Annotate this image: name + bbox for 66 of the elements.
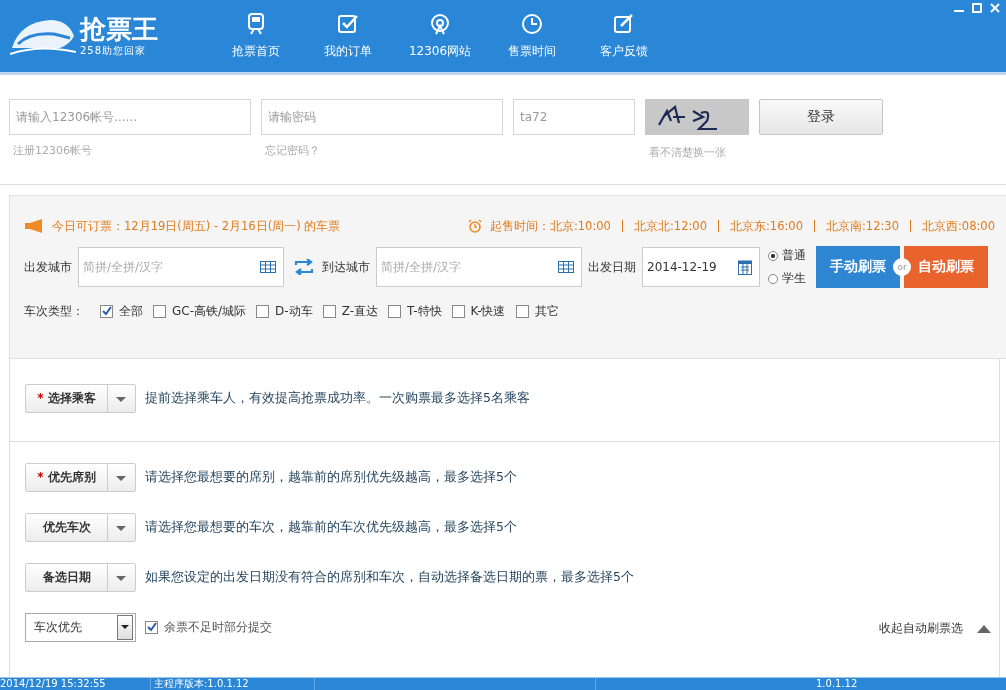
sale-time: 北京南:12:30 [813,220,910,232]
train-type-checkbox[interactable]: GC-高铁/城际 [153,302,247,320]
priority-select[interactable]: 车次优先 [25,612,136,642]
train-type-checkbox[interactable]: D-动车 [256,302,313,320]
preference-hint: 请选择您最想要的车次，越靠前的车次优先级越高，最多选择5个 [145,518,517,536]
clock-icon [521,12,543,35]
collapse-link[interactable]: 收起自动刷票选 [879,620,991,637]
train-type-checkbox[interactable]: Z-直达 [322,302,378,320]
grid-icon[interactable] [558,261,574,273]
arrival-city-input[interactable]: 简拼/全拼/汉字 [376,247,582,287]
nav-item[interactable]: 我的订单 [302,12,394,60]
megaphone-icon [24,219,44,233]
calendar-icon[interactable] [738,259,752,275]
password-input[interactable]: 请输密码 [261,99,503,135]
nav-item[interactable]: 12306网站 [394,12,486,60]
ticket-type-radio[interactable]: 学生 [768,270,806,287]
sale-time: 北京西:08:00 [910,220,1006,232]
status-main-version: 主程序版本:1.0.1.12 [150,678,314,690]
alarm-clock-icon [467,219,482,233]
departure-city-input[interactable]: 简拼/全拼/汉字 [78,247,284,287]
passenger-dropdown[interactable]: * 选择乘客 [25,383,136,413]
required-mark: * [37,470,44,484]
train-type-checkbox[interactable]: 全部 [100,302,143,320]
booking-notice: 今日可订票：12月19日(周五) - 2月16日(周一) 的车票 [52,218,341,234]
train-type-label: 车次类型： [24,302,84,320]
nav-item[interactable]: 抢票首页 [210,12,302,60]
swap-icon[interactable] [294,259,314,275]
preference-hint: 请选择您最想要的席别，越靠前的席别优先级越高，最多选择5个 [145,468,517,486]
captcha-image[interactable] [645,99,749,135]
app-logo-subtitle: 258助您回家 [80,44,148,58]
preference-dropdown[interactable]: 备选日期 [25,562,136,592]
train-type-checkbox[interactable]: T-特快 [388,302,442,320]
sale-time-label: 起售时间： [489,218,550,234]
status-datetime: 2014/12/19 15:32:55 [0,678,107,690]
close-icon[interactable] [990,3,1000,13]
preference-dropdown[interactable]: 优先车次 [25,512,136,542]
date-input[interactable]: 2014-12-19 [642,247,760,287]
ticket-type-radio[interactable]: 普通 [768,247,806,264]
required-mark: * [37,391,44,405]
grid-icon[interactable] [260,261,276,273]
nav-item[interactable]: 客户反馈 [578,12,670,60]
departure-city-label: 出发城市 [24,258,72,276]
login-button[interactable]: 登录 [759,99,883,135]
checkbox-icon [337,12,359,35]
sale-time: 北京东:16:00 [717,220,814,232]
sale-time: 北京:10:00 [549,220,612,232]
preference-dropdown[interactable]: * 优先席别 [25,462,136,492]
status-version: 1.0.1.12 [816,678,858,690]
account-input[interactable]: 请输入12306帐号...... [9,99,251,135]
nav-item[interactable]: 售票时间 [486,12,578,60]
caret-up-icon [977,624,991,633]
checkmark-icon [146,622,157,632]
preference-hint: 如果您设定的出发日期没有符合的席别和车次，自动选择备选日期的票，最多选择5个 [145,568,634,586]
maximize-icon[interactable] [972,3,982,13]
departure-date-label: 出发日期 [588,258,636,276]
passenger-hint: 提前选择乘车人，有效提高抢票成功率。一次购票最多选择5名乘客 [145,389,530,407]
sale-time: 北京北:12:00 [621,220,718,232]
arrival-city-label: 到达城市 [322,258,370,276]
app-logo-title: 抢票王 [80,14,158,44]
train-type-checkbox[interactable]: K-快速 [451,302,506,320]
edit-icon [613,12,635,35]
train-icon [246,12,266,35]
train-type-checkbox[interactable]: 其它 [515,302,559,320]
globe-icon [429,12,451,35]
checkmark-icon [101,306,112,316]
partial-submit-checkbox[interactable]: 余票不足时部分提交 [145,618,272,636]
